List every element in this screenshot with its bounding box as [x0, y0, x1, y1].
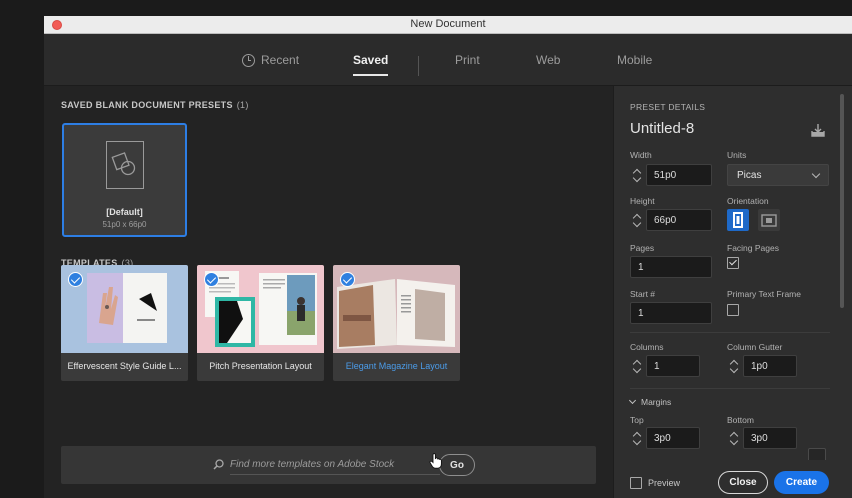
- units-select[interactable]: Picas: [727, 164, 829, 186]
- saved-presets-count: (1): [236, 100, 249, 110]
- save-preset-icon[interactable]: [810, 123, 826, 137]
- column-gutter-label: Column Gutter: [727, 342, 783, 352]
- hand-cursor-icon: [429, 453, 442, 469]
- tab-divider: [418, 56, 419, 76]
- category-tabs: Recent Saved Print Web Mobile: [44, 34, 852, 86]
- saved-presets-heading-text: SAVED BLANK DOCUMENT PRESETS: [61, 100, 233, 110]
- column-gutter-field[interactable]: 1p0: [743, 355, 797, 377]
- checkmark-icon: [204, 272, 219, 287]
- preset-card-default[interactable]: [Default] 51p0 x 66p0: [62, 123, 187, 237]
- facing-pages-checkbox[interactable]: [727, 257, 739, 269]
- columns-stepper[interactable]: [632, 356, 644, 378]
- tab-web-label: Web: [536, 53, 561, 67]
- height-label: Height: [630, 196, 655, 206]
- tab-web[interactable]: Web: [536, 44, 560, 76]
- window-title: New Document: [410, 18, 486, 30]
- primary-text-frame-checkbox[interactable]: [727, 304, 739, 316]
- portrait-orientation-button[interactable]: [727, 209, 749, 231]
- go-button[interactable]: Go: [439, 454, 475, 476]
- height-stepper[interactable]: [632, 210, 644, 232]
- landscape-orientation-button[interactable]: [758, 209, 780, 231]
- clock-icon: [242, 53, 255, 67]
- start-page-label: Start #: [630, 289, 656, 299]
- pages-field[interactable]: 1: [630, 256, 712, 278]
- preview-label: Preview: [648, 478, 681, 488]
- template-name: Effervescent Style Guide L...: [67, 361, 182, 371]
- template-card-elegant-magazine[interactable]: Elegant Magazine Layout: [333, 265, 460, 381]
- saved-presets-heading: SAVED BLANK DOCUMENT PRESETS (1): [61, 100, 249, 110]
- width-field[interactable]: 51p0: [646, 164, 712, 186]
- bottom-margin-stepper[interactable]: [729, 428, 741, 450]
- document-name[interactable]: Untitled-8: [630, 120, 694, 137]
- template-card-effervescent[interactable]: Effervescent Style Guide L...: [61, 265, 188, 381]
- width-label: Width: [630, 150, 652, 160]
- checkmark-icon: [340, 272, 355, 287]
- preset-name: [Default]: [106, 207, 143, 217]
- tab-print[interactable]: Print: [455, 44, 480, 76]
- orientation-label: Orientation: [727, 196, 769, 206]
- facing-pages-label: Facing Pages: [727, 243, 779, 253]
- template-card-pitch-presentation[interactable]: Pitch Presentation Layout: [197, 265, 324, 381]
- stock-search-bar: Go: [61, 446, 596, 484]
- panel-scrollbar[interactable]: [840, 94, 844, 308]
- stock-search-input[interactable]: [230, 455, 440, 475]
- close-button[interactable]: Close: [718, 471, 768, 494]
- preview-checkbox[interactable]: [630, 477, 642, 489]
- units-value: Picas: [737, 170, 762, 181]
- height-field[interactable]: 66p0: [646, 209, 712, 231]
- dialog-footer: Preview Close Create: [614, 460, 852, 498]
- bottom-margin-label: Bottom: [727, 415, 754, 425]
- divider: [630, 332, 830, 333]
- pages-label: Pages: [630, 243, 655, 253]
- tab-mobile[interactable]: Mobile: [617, 44, 652, 76]
- tab-recent-label: Recent: [261, 53, 300, 67]
- create-button[interactable]: Create: [774, 471, 829, 494]
- title-bar: New Document: [44, 16, 852, 34]
- margins-section-toggle[interactable]: Margins: [628, 396, 672, 407]
- template-name: Elegant Magazine Layout: [345, 361, 448, 371]
- tab-saved-label: Saved: [353, 53, 389, 67]
- chevron-down-icon: [811, 169, 821, 179]
- top-margin-label: Top: [630, 415, 644, 425]
- preset-details-panel: PRESET DETAILS Untitled-8 Width 51p0 Uni…: [613, 86, 852, 498]
- presets-area: SAVED BLANK DOCUMENT PRESETS (1) [Default…: [44, 86, 613, 498]
- preset-details-heading: PRESET DETAILS: [630, 102, 706, 112]
- primary-text-frame-label: Primary Text Frame: [727, 289, 801, 299]
- tab-mobile-label: Mobile: [617, 53, 653, 67]
- columns-field[interactable]: 1: [646, 355, 700, 377]
- template-name: Pitch Presentation Layout: [209, 361, 312, 371]
- portrait-page-icon: [733, 212, 743, 228]
- tab-print-label: Print: [455, 53, 480, 67]
- width-stepper[interactable]: [632, 165, 644, 187]
- preset-size: 51p0 x 66p0: [102, 220, 147, 229]
- bottom-margin-field[interactable]: 3p0: [743, 427, 797, 449]
- tab-recent[interactable]: Recent: [242, 44, 299, 76]
- chevron-down-icon: [628, 396, 637, 405]
- start-page-field[interactable]: 1: [630, 302, 712, 324]
- units-label: Units: [727, 150, 747, 160]
- checkmark-icon: [68, 272, 83, 287]
- new-document-dialog: New Document Recent Saved Print Web Mobi…: [44, 16, 852, 498]
- top-margin-field[interactable]: 3p0: [646, 427, 700, 449]
- blank-document-icon: [106, 141, 144, 189]
- search-icon: [213, 459, 224, 470]
- columns-label: Columns: [630, 342, 664, 352]
- divider: [630, 388, 830, 389]
- landscape-page-icon: [761, 214, 777, 227]
- margins-label: Margins: [641, 397, 672, 407]
- column-gutter-stepper[interactable]: [729, 356, 741, 378]
- top-margin-stepper[interactable]: [632, 428, 644, 450]
- tab-saved[interactable]: Saved: [353, 44, 389, 76]
